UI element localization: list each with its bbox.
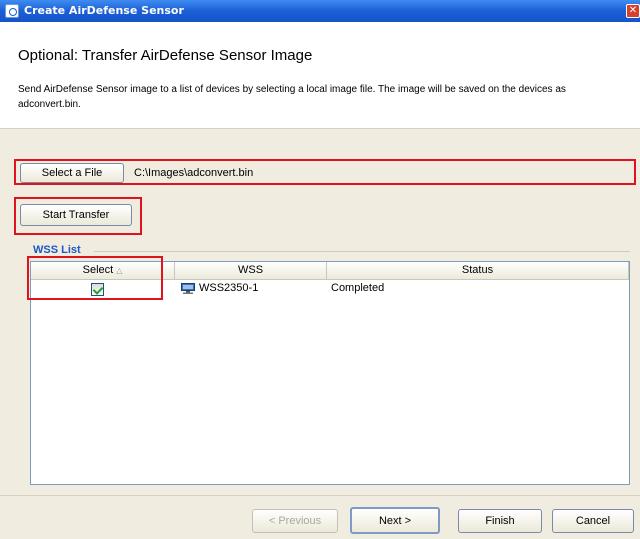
column-header-wss[interactable]: WSS: [175, 262, 327, 280]
close-icon[interactable]: ✕: [626, 4, 640, 18]
previous-button[interactable]: < Previous: [252, 509, 338, 533]
page-title: Optional: Transfer AirDefense Sensor Ima…: [18, 47, 313, 64]
page-description: Send AirDefense Sensor image to a list o…: [18, 84, 566, 110]
legend-divider: [94, 251, 630, 252]
switch-device-icon: [181, 283, 195, 294]
select-column-highlight: [27, 256, 163, 300]
wizard-header: Optional: Transfer AirDefense Sensor Ima…: [0, 22, 640, 128]
cancel-button[interactable]: Cancel: [552, 509, 634, 533]
status-cell: Completed: [331, 282, 385, 294]
start-transfer-button[interactable]: Start Transfer: [20, 204, 132, 226]
wizard-content: Select a File C:\Images\adconvert.bin St…: [0, 128, 640, 539]
wss-name-cell: WSS2350-1: [199, 282, 259, 294]
app-icon: [5, 4, 19, 18]
window-title: Create AirDefense Sensor: [24, 4, 184, 17]
window-titlebar: Create AirDefense Sensor ✕: [0, 0, 640, 22]
wss-list-legend: WSS List: [33, 244, 81, 256]
column-header-status[interactable]: Status: [327, 262, 629, 280]
select-file-button[interactable]: Select a File: [20, 163, 124, 183]
file-path-field[interactable]: C:\Images\adconvert.bin: [130, 164, 632, 182]
finish-button[interactable]: Finish: [458, 509, 542, 533]
next-button[interactable]: Next >: [350, 507, 440, 534]
footer-divider: [0, 495, 640, 496]
